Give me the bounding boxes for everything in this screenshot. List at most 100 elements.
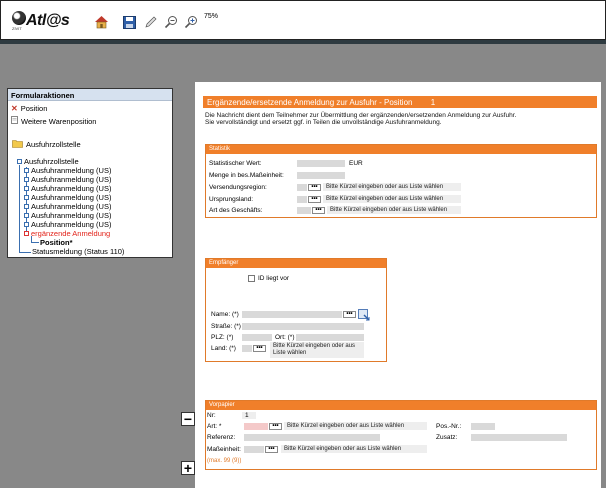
folder-ausfuhrzollstelle[interactable]: Ausfuhrzollstelle (12, 139, 81, 150)
ursprungsland-label: Ursprungsland: (209, 196, 254, 203)
art-geschaefts-label: Art des Geschäfts: (209, 207, 263, 214)
tree-item-label: Ausfuhranmeldung (US) (31, 220, 112, 229)
statistik-header: Statistik (206, 145, 596, 154)
tree-line (31, 236, 32, 243)
zusatz-input[interactable] (471, 434, 567, 441)
action-position[interactable]: ✕ Position (11, 104, 47, 113)
ursprungsland-hint: Bitte Kürzel eingeben oder aus Liste wäh… (323, 195, 461, 203)
pos-nr-label: Pos.-Nr.: (436, 423, 462, 430)
address-lookup-icon[interactable] (358, 309, 370, 321)
tree-item-label: Ausfuhranmeldung (US) (31, 184, 112, 193)
empfaenger-header: Empfänger (206, 259, 386, 268)
tree-child-label: Position* (40, 238, 73, 247)
tree-node-icon (17, 159, 22, 164)
art-geschaefts-input[interactable] (297, 207, 311, 214)
tree-item[interactable]: Ausfuhranmeldung (US) (24, 202, 111, 211)
tree-child-position[interactable]: Position* (40, 238, 73, 247)
tree-item-label: Ausfuhranmeldung (US) (31, 202, 112, 211)
versendungsregion-list-button[interactable]: ••• (308, 184, 321, 191)
max-note: (max. 99 (9)) (207, 458, 242, 464)
form-actions-header: Formularaktionen (8, 89, 172, 101)
masseinheit-list-button[interactable]: ••• (265, 446, 278, 453)
tree-item[interactable]: Ausfuhranmeldung (US) (24, 184, 111, 193)
intro-line-1: Die Nachricht dient dem Teilnehmer zur Ü… (205, 112, 517, 119)
land-list-button[interactable]: ••• (253, 345, 266, 352)
tree-line (31, 242, 39, 243)
form-title-number: 1 (430, 98, 436, 107)
masseinheit-hint: Bitte Kürzel eingeben oder aus Liste wäh… (281, 445, 427, 453)
form-title-banner: Ergänzende/ersetzende Anmeldung zur Ausf… (203, 96, 597, 108)
masseinheit-input[interactable] (244, 446, 264, 453)
art-geschaefts-list-button[interactable]: ••• (312, 207, 325, 214)
tree-node-icon (24, 168, 29, 173)
close-icon: ✕ (11, 104, 18, 113)
plz-input[interactable] (242, 334, 272, 341)
action-weitere-warenposition[interactable]: Weitere Warenposition (11, 116, 96, 126)
zoom-level: 75% (204, 13, 219, 20)
pen-icon[interactable] (143, 14, 159, 30)
name-list-button[interactable]: ••• (343, 311, 356, 318)
referenz-input[interactable] (244, 434, 380, 441)
nr-label: Nr: (207, 412, 216, 419)
tree-line (19, 252, 31, 253)
collapse-button[interactable]: − (181, 412, 195, 426)
expand-button[interactable]: + (181, 461, 195, 475)
tree-root[interactable]: Ausfuhrzollstelle (17, 157, 79, 166)
statistischer-wert-input[interactable] (297, 160, 345, 167)
tree-line (19, 165, 20, 253)
tree-node-icon (24, 204, 29, 209)
art-input[interactable] (244, 423, 268, 430)
tree-item[interactable]: Ausfuhranmeldung (US) (24, 220, 111, 229)
tree-item[interactable]: Ausfuhranmeldung (US) (24, 175, 111, 184)
zoom-in-icon[interactable] (183, 14, 199, 30)
tree-item[interactable]: Ausfuhranmeldung (US) (24, 193, 111, 202)
id-liegt-vor-checkbox[interactable] (248, 275, 255, 282)
home-icon[interactable] (93, 14, 109, 30)
tree-item-label: Ausfuhranmeldung (US) (31, 175, 112, 184)
logo-icon (12, 11, 26, 25)
menge-label: Menge in bes.Maßeinheit: (209, 172, 284, 179)
tree-item[interactable]: Ausfuhranmeldung (US) (24, 211, 111, 220)
strasse-input[interactable] (242, 323, 364, 330)
referenz-label: Referenz: (207, 434, 236, 441)
app-logo: Atl@s (26, 12, 70, 29)
pos-nr-input[interactable] (471, 423, 495, 430)
tree-root-label: Ausfuhrzollstelle (24, 157, 79, 166)
plz-label: PLZ: (*) (211, 334, 234, 341)
tree-item-label: Ausfuhranmeldung (US) (31, 166, 112, 175)
ursprungsland-list-button[interactable]: ••• (308, 196, 321, 203)
statistischer-wert-label: Statistischer Wert: (209, 160, 262, 167)
name-label: Name: (*) (211, 311, 239, 318)
versendungsregion-label: Versendungsregion: (209, 184, 267, 191)
tree-item-active[interactable]: ergänzende Anmeldung (24, 229, 110, 238)
land-input[interactable] (242, 345, 252, 352)
vorpapier-header: Vorpapier (206, 401, 596, 410)
land-hint-line-1: Bitte Kürzel eingeben oder aus (273, 343, 356, 349)
menge-input[interactable] (297, 172, 345, 179)
tree-node-icon (24, 213, 29, 218)
currency-label: EUR (349, 160, 363, 167)
logo-subtitle: ZIVIT (12, 26, 22, 31)
zoom-out-icon[interactable] (163, 14, 179, 30)
folder-label: Ausfuhrzollstelle (26, 140, 81, 149)
document-icon (11, 116, 18, 126)
action-position-label: Position (20, 104, 48, 113)
land-hint: Bitte Kürzel eingeben oder aus Liste wäh… (270, 342, 364, 358)
tree-item[interactable]: Ausfuhranmeldung (US) (24, 166, 111, 175)
folder-icon (12, 139, 23, 150)
name-input[interactable] (242, 311, 342, 318)
action-weitere-label: Weitere Warenposition (21, 116, 97, 126)
save-icon[interactable] (121, 14, 137, 30)
art-geschaefts-hint: Bitte Kürzel eingeben oder aus Liste wäh… (327, 206, 461, 214)
tree-node-icon (24, 195, 29, 200)
tree-item-label: Ausfuhranmeldung (US) (31, 193, 112, 202)
ort-input[interactable] (296, 334, 364, 341)
tree-status[interactable]: Statusmeldung (Status 110) (32, 247, 124, 256)
versendungsregion-input[interactable] (297, 184, 307, 191)
ort-label: Ort: (*) (275, 334, 295, 341)
ursprungsland-input[interactable] (297, 196, 307, 203)
art-list-button[interactable]: ••• (269, 423, 282, 430)
tree-item-label: Ausfuhranmeldung (US) (31, 211, 112, 220)
top-toolbar (0, 0, 606, 40)
toolbar-divider (0, 40, 606, 44)
